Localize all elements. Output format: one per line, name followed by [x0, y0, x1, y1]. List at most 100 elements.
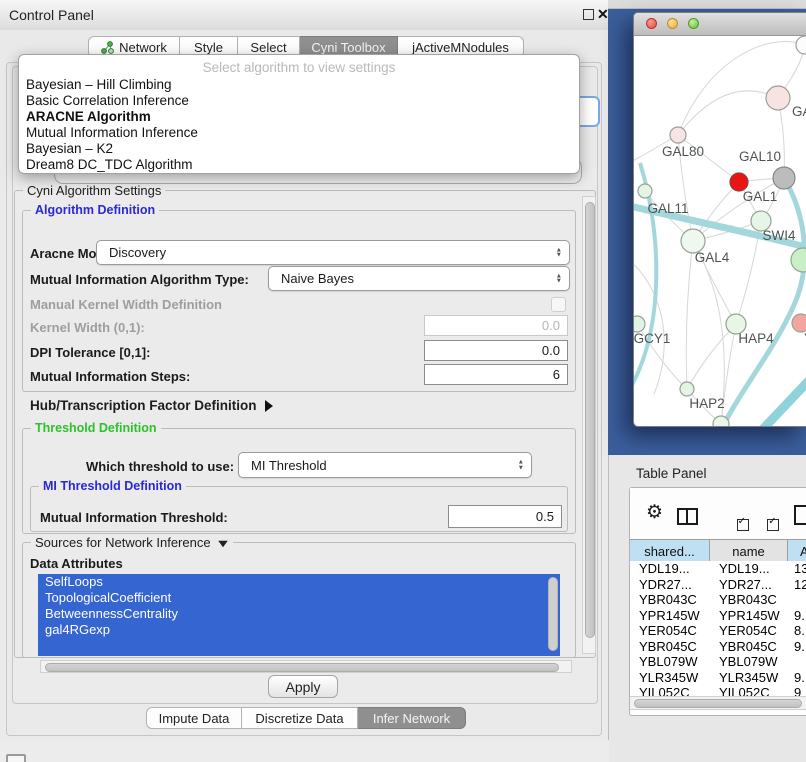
table-row[interactable]: YDR27...YDR27...12 [630, 577, 806, 593]
screen: Control Panel ✕ Network Style Select [0, 0, 806, 762]
mi-threshold-field[interactable]: 0.5 [448, 505, 562, 528]
aracne-mode-value: Discovery [109, 245, 166, 260]
apply-button[interactable]: Apply [268, 675, 338, 698]
close-icon[interactable]: ✕ [597, 6, 609, 23]
node-swi4[interactable] [791, 248, 806, 272]
attribute-item[interactable]: SelfLoops [38, 574, 560, 590]
network-canvas[interactable]: GAL80 GAL10 GAL1 GAL11 SWI4 GAL4 GCY1 HA… [634, 35, 806, 427]
network-icon [101, 41, 114, 54]
network-window: GAL80 GAL10 GAL1 GAL11 SWI4 GAL4 GCY1 HA… [633, 12, 806, 427]
node-gal80[interactable] [670, 127, 686, 143]
column-header-name[interactable]: name [710, 540, 788, 562]
table-row[interactable]: YDL19...YDL19...13 [630, 561, 806, 577]
dpi-tolerance-field[interactable]: 0.0 [424, 340, 568, 361]
minimize-traffic-light-icon[interactable] [667, 18, 678, 29]
stepper-icon: ▲▼ [518, 460, 524, 471]
attribute-item[interactable]: TopologicalCoefficient [38, 590, 560, 606]
cyni-algorithm-settings-title: Cyni Algorithm Settings [23, 183, 165, 198]
algorithm-option[interactable]: Bayesian – Hill Climbing [19, 77, 579, 93]
tab-style-label: Style [194, 40, 223, 55]
desktop-top-strip [608, 0, 806, 9]
checked-checkbox-icon[interactable]: ✓ [737, 519, 749, 531]
mi-steps-value: 6 [553, 367, 560, 382]
attribute-list-scrollbar[interactable] [548, 577, 558, 651]
kernel-width-value: 0.0 [542, 318, 560, 333]
table-panel-title: Table Panel [636, 466, 707, 481]
table-body: YDL19...YDL19...13 YDR27...YDR27...12 YB… [630, 561, 806, 696]
column-header-shared-name[interactable]: shared... [630, 540, 710, 562]
split-columns-icon[interactable] [677, 508, 698, 525]
mi-type-combo[interactable]: Naive Bayes ▲▼ [268, 266, 570, 291]
table-row[interactable]: YBR045CYBR045C9. [630, 639, 806, 655]
node-label: GAL80 [662, 144, 704, 159]
dpi-tolerance-label: DPI Tolerance [0,1]: [30, 345, 150, 360]
algorithm-option[interactable]: Dream8 DC_TDC Algorithm [19, 157, 579, 173]
table-row[interactable]: YIL052CYIL052C9 [630, 685, 806, 696]
algorithm-option-highlighted[interactable]: ARACNE Algorithm [19, 109, 579, 125]
node-label: GAL11 [647, 201, 688, 216]
node-label: HAP2 [689, 396, 724, 411]
table-horizontal-scrollbar[interactable] [630, 696, 806, 710]
expand-right-icon [265, 400, 273, 412]
node-gcy1[interactable] [634, 316, 645, 332]
node-gal-pink[interactable] [766, 86, 790, 110]
control-panel-window: Control Panel ✕ Network Style Select [0, 0, 609, 740]
dpi-tolerance-value: 0.0 [542, 343, 560, 358]
node-top-right[interactable] [796, 36, 806, 54]
node-label: GAL1 [743, 189, 778, 204]
manual-kernel-checkbox[interactable] [551, 297, 566, 312]
table-row[interactable]: YPR145WYPR145W9. [630, 608, 806, 624]
table-row[interactable]: YLR345WYLR345W9. [630, 670, 806, 686]
threshold-definition-title: Threshold Definition [31, 421, 161, 435]
algorithm-option[interactable]: Mutual Information Inference [19, 125, 579, 141]
sources-group-title[interactable]: Sources for Network Inference [31, 535, 233, 550]
node-gal10[interactable] [773, 167, 795, 189]
node-hap2[interactable] [680, 382, 694, 396]
table-panel: ⚙ ✓ ✓ shared... name A YDL19...YDL19...1… [629, 487, 806, 716]
tab-infer-network[interactable]: Infer Network [358, 707, 466, 729]
collapse-down-icon [218, 540, 228, 546]
algorithm-definition-title: Algorithm Definition [31, 203, 159, 217]
node-label: HAP4 [738, 331, 774, 346]
table-header-row: shared... name A [630, 539, 806, 561]
which-threshold-combo[interactable]: MI Threshold ▲▼ [238, 452, 532, 478]
close-traffic-light-icon[interactable] [646, 18, 657, 29]
column-header-partial[interactable]: A [788, 540, 806, 562]
tab-infer-network-label: Infer Network [373, 711, 450, 726]
settings-vertical-scrollbar[interactable] [582, 196, 596, 654]
aracne-mode-combo[interactable]: Discovery ▲▼ [96, 240, 570, 265]
data-attributes-list[interactable]: SelfLoops TopologicalCoefficient Between… [38, 574, 560, 656]
node-bottom[interactable] [713, 416, 729, 427]
tab-impute-data[interactable]: Impute Data [146, 707, 242, 729]
gear-icon[interactable]: ⚙ [646, 503, 663, 522]
zoom-traffic-light-icon[interactable] [688, 18, 699, 29]
table-row[interactable]: YBR043CYBR043C [630, 592, 806, 608]
settings-horizontal-scrollbar[interactable] [40, 660, 572, 673]
stepper-icon: ▲▼ [556, 247, 562, 258]
mi-type-label: Mutual Information Algorithm Type: [30, 272, 249, 287]
node-label: GAL4 [695, 250, 730, 265]
minimized-panel-icon[interactable] [6, 754, 26, 762]
node-label: SWI4 [762, 228, 795, 243]
table-row[interactable]: YBL079WYBL079W [630, 654, 806, 670]
algorithm-option[interactable]: Bayesian – K2 [19, 141, 579, 157]
kernel-width-field[interactable]: 0.0 [424, 315, 568, 336]
mi-steps-field[interactable]: 6 [424, 364, 568, 385]
new-table-icon[interactable] [794, 505, 806, 525]
network-window-titlebar[interactable] [634, 13, 806, 36]
attribute-item[interactable]: BetweennessCentrality [38, 606, 560, 622]
float-icon[interactable] [583, 9, 594, 20]
node-gal11[interactable] [638, 184, 652, 198]
node-salmon[interactable] [792, 314, 806, 332]
tab-jactivemnodules-label: jActiveMNodules [412, 40, 509, 55]
which-threshold-label: Which threshold to use: [86, 459, 234, 474]
node-label: GCY1 [634, 331, 670, 346]
kernel-width-label: Kernel Width (0,1): [30, 320, 145, 335]
tab-discretize-data[interactable]: Discretize Data [242, 707, 358, 729]
checked-checkbox-icon[interactable]: ✓ [767, 519, 779, 531]
hub-definition-toggle[interactable]: Hub/Transcription Factor Definition [30, 398, 273, 413]
attribute-item[interactable]: gal4RGexp [38, 622, 560, 638]
table-row[interactable]: YER054CYER054C8. [630, 623, 806, 639]
algorithm-option[interactable]: Basic Correlation Inference [19, 93, 579, 109]
algorithm-dropdown-prompt: Select algorithm to view settings [19, 57, 579, 77]
